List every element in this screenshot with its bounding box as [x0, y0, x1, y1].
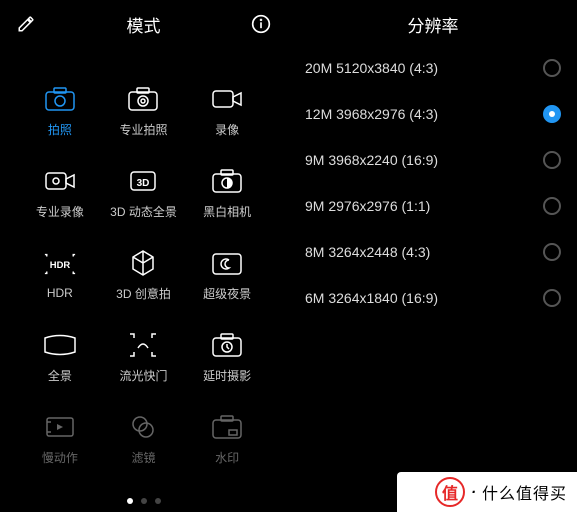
3d-icon: 3D	[126, 167, 160, 195]
mode-item-hdr[interactable]: HDR HDR	[18, 234, 102, 316]
watermark-dot: ·	[471, 484, 476, 501]
mode-label: HDR	[47, 286, 73, 300]
light-paint-icon	[126, 331, 160, 359]
mode-label: 超级夜景	[203, 285, 251, 302]
mode-item-filter[interactable]: 滤镜	[102, 398, 186, 480]
resolution-option-2[interactable]: 9M 3968x2240 (16:9)	[305, 137, 561, 183]
info-icon[interactable]	[249, 12, 273, 36]
mode-label: 滤镜	[131, 449, 155, 466]
modes-title: 模式	[38, 12, 249, 37]
radio-icon	[543, 243, 561, 261]
panorama-icon	[43, 331, 77, 359]
resolution-label: 9M 3968x2240 (16:9)	[305, 152, 438, 168]
camera-modes-panel: 模式 拍照 专业拍照 录像专业录像 3D 3D 动态全景 黑白相机 HDR HDR 3D 创意拍…	[0, 0, 287, 512]
slowmo-icon	[43, 413, 77, 441]
svg-text:3D: 3D	[137, 178, 150, 189]
mode-item-pro-video[interactable]: 专业录像	[18, 152, 102, 234]
mode-item-video[interactable]: 录像	[185, 70, 269, 152]
resolution-option-1[interactable]: 12M 3968x2976 (4:3)	[305, 91, 561, 137]
mode-item-light-paint[interactable]: 流光快门	[102, 316, 186, 398]
radio-icon	[543, 59, 561, 77]
mode-item-mono-camera[interactable]: 黑白相机	[185, 152, 269, 234]
camera-icon	[43, 85, 77, 113]
mode-item-watermark[interactable]: 水印	[185, 398, 269, 480]
resolution-list: 20M 5120x3840 (4:3) 12M 3968x2976 (4:3) 9M…	[289, 37, 577, 321]
radio-icon	[543, 197, 561, 215]
mode-label: 3D 动态全景	[110, 203, 177, 220]
hdr-icon: HDR	[43, 250, 77, 278]
mode-item-timelapse[interactable]: 延时摄影	[185, 316, 269, 398]
mode-label: 流光快门	[119, 367, 167, 384]
radio-icon	[543, 289, 561, 307]
night-icon	[210, 249, 244, 277]
page-dot-3[interactable]	[155, 498, 161, 504]
mode-label: 3D 创意拍	[116, 285, 171, 302]
resolution-label: 6M 3264x1840 (16:9)	[305, 290, 438, 306]
cube-icon	[126, 249, 160, 277]
resolution-title: 分辨率	[289, 0, 577, 37]
mode-label: 拍照	[48, 121, 72, 138]
pro-camera-icon	[126, 85, 160, 113]
resolution-option-0[interactable]: 20M 5120x3840 (4:3)	[305, 45, 561, 91]
mode-label: 专业拍照	[119, 121, 167, 138]
modes-grid: 拍照 专业拍照 录像专业录像 3D 3D 动态全景 黑白相机 HDR HDR 3D 创意拍 超级夜…	[0, 48, 287, 480]
mode-label: 录像	[215, 121, 239, 138]
mode-label: 水印	[215, 449, 239, 466]
mode-item-cube[interactable]: 3D 创意拍	[102, 234, 186, 316]
modes-header: 模式	[0, 0, 287, 48]
resolution-label: 9M 2976x2976 (1:1)	[305, 198, 430, 214]
mode-label: 慢动作	[42, 449, 78, 466]
mode-item-panorama[interactable]: 全景	[18, 316, 102, 398]
resolution-label: 8M 3264x2448 (4:3)	[305, 244, 430, 260]
filter-icon	[126, 413, 160, 441]
mode-item-3d[interactable]: 3D 3D 动态全景	[102, 152, 186, 234]
resolution-option-3[interactable]: 9M 2976x2976 (1:1)	[305, 183, 561, 229]
site-watermark: 值 · 什么值得买	[397, 472, 577, 512]
mode-item-night[interactable]: 超级夜景	[185, 234, 269, 316]
video-icon	[210, 85, 244, 113]
mode-label: 全景	[48, 367, 72, 384]
mono-camera-icon	[210, 167, 244, 195]
mode-item-pro-camera[interactable]: 专业拍照	[102, 70, 186, 152]
mode-item-slowmo[interactable]: 慢动作	[18, 398, 102, 480]
mode-item-camera[interactable]: 拍照	[18, 70, 102, 152]
watermark-badge-icon: 值	[435, 477, 465, 507]
radio-icon	[543, 151, 561, 169]
mode-label: 黑白相机	[203, 203, 251, 220]
watermark-icon	[210, 413, 244, 441]
page-dot-2[interactable]	[141, 498, 147, 504]
mode-label: 延时摄影	[203, 367, 251, 384]
resolution-option-4[interactable]: 8M 3264x2448 (4:3)	[305, 229, 561, 275]
svg-text:HDR: HDR	[50, 260, 71, 271]
pro-video-icon	[43, 167, 77, 195]
timelapse-icon	[210, 331, 244, 359]
resolution-option-5[interactable]: 6M 3264x1840 (16:9)	[305, 275, 561, 321]
edit-icon[interactable]	[14, 12, 38, 36]
radio-icon	[543, 105, 561, 123]
resolution-panel: 分辨率 20M 5120x3840 (4:3) 12M 3968x2976 (4:…	[289, 0, 577, 512]
page-dot-1[interactable]	[127, 498, 133, 504]
mode-label: 专业录像	[36, 203, 84, 220]
resolution-label: 12M 3968x2976 (4:3)	[305, 106, 438, 122]
watermark-text: 什么值得买	[482, 480, 567, 504]
resolution-label: 20M 5120x3840 (4:3)	[305, 60, 438, 76]
pagination-dots	[0, 498, 287, 504]
